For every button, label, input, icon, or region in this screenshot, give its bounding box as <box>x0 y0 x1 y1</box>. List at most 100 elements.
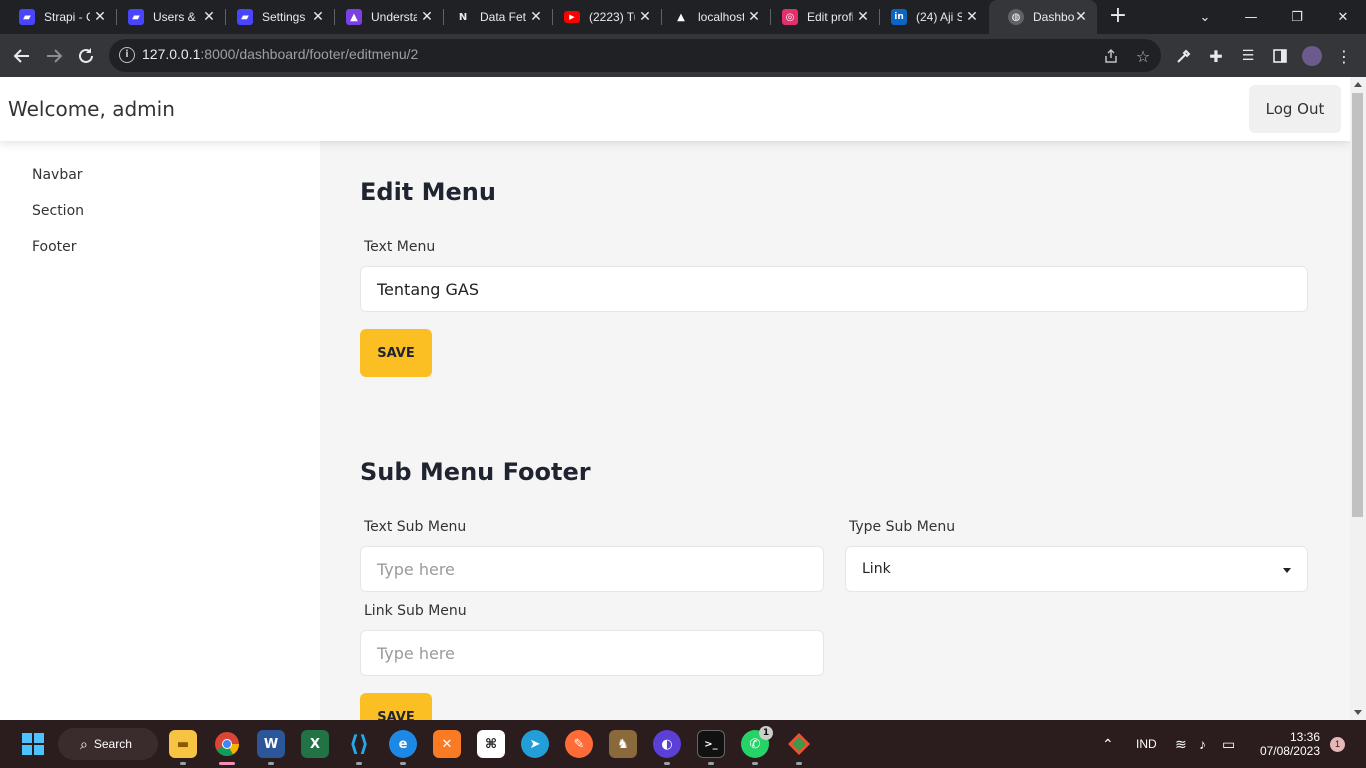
close-icon[interactable]: ✕ <box>1073 9 1089 25</box>
close-icon[interactable]: ✕ <box>746 9 762 25</box>
volume-icon[interactable]: ♪ <box>1199 720 1206 768</box>
kebab-menu-icon[interactable]: ⋮ <box>1332 44 1356 68</box>
sidebar-item-footer[interactable]: Footer <box>32 239 77 255</box>
scrollbar-thumb[interactable] <box>1352 93 1363 517</box>
running-indicator <box>356 762 362 765</box>
tab-title: localhost <box>698 10 744 24</box>
reload-icon[interactable] <box>72 42 100 70</box>
notification-center[interactable]: 1 <box>1330 720 1345 768</box>
whatsapp-icon[interactable]: ✆ 1 <box>741 726 773 758</box>
close-icon[interactable]: ✕ <box>310 9 326 25</box>
forward-icon[interactable] <box>40 42 68 70</box>
telegram-icon[interactable]: ➤ <box>521 730 549 758</box>
sidebar-item-section[interactable]: Section <box>32 203 84 219</box>
tray-overflow-icon[interactable]: ⌃ <box>1102 720 1114 768</box>
scroll-up-icon[interactable] <box>1354 82 1362 87</box>
restore-icon[interactable]: ❐ <box>1274 0 1320 34</box>
browser-tab[interactable]: ▰ Users & ✕ <box>109 0 226 34</box>
save-menu-button[interactable]: SAVE <box>360 329 432 377</box>
language-indicator[interactable]: IND <box>1136 720 1157 768</box>
wifi-icon[interactable]: ≋ <box>1175 720 1187 768</box>
browser-tab[interactable]: ▲ localhost ✕ <box>654 0 771 34</box>
caret-down-icon <box>1283 568 1291 573</box>
close-icon[interactable]: ✕ <box>201 9 217 25</box>
sidebar-item-navbar[interactable]: Navbar <box>32 167 83 183</box>
scroll-down-icon[interactable] <box>1354 710 1362 715</box>
game-app-icon[interactable]: ♞ <box>609 730 637 758</box>
minimize-icon[interactable]: — <box>1228 0 1274 34</box>
chrome-icon[interactable] <box>213 730 241 758</box>
close-icon[interactable]: ✕ <box>855 9 871 25</box>
media-queue-icon[interactable]: ☰ <box>1236 44 1260 68</box>
whatsapp-badge: 1 <box>759 726 773 740</box>
close-icon[interactable]: ✕ <box>637 9 653 25</box>
page-viewport: Welcome, admin Log Out Navbar Section Fo… <box>0 77 1350 720</box>
bookmark-star-icon[interactable]: ☆ <box>1133 46 1153 66</box>
type-sub-menu-select[interactable]: Link <box>845 546 1308 592</box>
tab-title: Settings <box>262 10 306 24</box>
browser-tab[interactable]: ▲ Understa ✕ <box>327 0 444 34</box>
logout-button[interactable]: Log Out <box>1249 85 1341 133</box>
page-scrollbar[interactable] <box>1350 77 1366 720</box>
app-header: Welcome, admin Log Out <box>0 77 1350 141</box>
browser-tab[interactable]: ▶ (2223) Tu ✕ <box>545 0 662 34</box>
browser-tab[interactable]: N Data Fet ✕ <box>436 0 553 34</box>
running-indicator <box>796 762 802 765</box>
window-close-icon[interactable]: ✕ <box>1320 0 1366 34</box>
back-icon[interactable] <box>8 42 36 70</box>
text-sub-menu-input[interactable]: Type here <box>360 546 824 592</box>
browser-tab[interactable]: ▰ Settings ✕ <box>218 0 335 34</box>
strapi-icon: ▰ <box>19 9 35 25</box>
sidebar: Navbar Section Footer <box>0 141 320 720</box>
eyedropper-extension-icon[interactable] <box>1172 44 1196 68</box>
edge-icon[interactable]: e <box>389 730 417 758</box>
close-icon[interactable]: ✕ <box>419 9 435 25</box>
browser-tab-active[interactable]: ◍ Dashboa ✕ <box>989 0 1097 34</box>
running-indicator <box>664 762 670 765</box>
close-icon[interactable]: ✕ <box>964 9 980 25</box>
excel-icon[interactable]: X <box>301 730 329 758</box>
xampp-icon[interactable]: ✕ <box>433 730 461 758</box>
clock-time: 13:36 <box>1289 730 1320 744</box>
address-bar[interactable]: i 127.0.0.1:8000/dashboard/footer/editme… <box>109 39 1161 72</box>
save-sub-menu-button[interactable]: SAVE <box>360 693 432 720</box>
strapi-icon: ▰ <box>128 9 144 25</box>
browser-tab[interactable]: in (24) Aji S ✕ <box>872 0 988 34</box>
new-tab-icon[interactable]: + <box>1106 5 1130 29</box>
instagram-icon: ◎ <box>782 9 798 25</box>
word-icon[interactable]: W <box>257 730 285 758</box>
url-text: 127.0.0.1:8000/dashboard/footer/editmenu… <box>142 46 418 62</box>
terminal-icon[interactable]: >_ <box>697 730 725 758</box>
close-icon[interactable]: ✕ <box>528 9 544 25</box>
site-info-icon[interactable]: i <box>119 47 135 63</box>
tab-title: Understa <box>371 10 417 24</box>
close-icon[interactable]: ✕ <box>92 9 108 25</box>
windows-start-icon[interactable] <box>19 730 47 758</box>
profile-avatar[interactable] <box>1300 44 1324 68</box>
browser-tab-strip: ▰ Strapi - C ✕ ▰ Users & ✕ ▰ Settings ✕ … <box>0 0 1366 34</box>
file-explorer-icon[interactable]: ▬ <box>169 730 197 758</box>
tab-title: Strapi - C <box>44 10 90 24</box>
vercel-icon: ▲ <box>673 9 689 25</box>
side-panel-icon[interactable] <box>1268 44 1292 68</box>
postman-icon[interactable]: ✎ <box>565 730 593 758</box>
text-menu-input[interactable]: Tentang GAS <box>360 266 1308 312</box>
clock-date: 07/08/2023 <box>1259 744 1320 758</box>
git-icon[interactable] <box>785 730 813 758</box>
search-icon: ⌕ <box>80 735 88 752</box>
link-sub-menu-input[interactable]: Type here <box>360 630 824 676</box>
browser-tab[interactable]: ▰ Strapi - C ✕ <box>0 0 117 34</box>
share-icon[interactable] <box>1101 46 1121 66</box>
type-sub-menu-value: Link <box>862 561 891 577</box>
active-indicator <box>219 762 235 765</box>
browser-tab[interactable]: ◎ Edit profi ✕ <box>763 0 880 34</box>
clock[interactable]: 13:36 07/08/2023 <box>1256 720 1320 768</box>
tor-browser-icon[interactable]: ◐ <box>653 730 681 758</box>
battery-icon[interactable]: ▭ <box>1222 720 1235 768</box>
tab-search-icon[interactable]: ⌄ <box>1182 0 1228 34</box>
youtube-icon: ▶ <box>564 11 580 23</box>
taskbar-search[interactable]: ⌕ Search <box>58 728 158 760</box>
extensions-puzzle-icon[interactable]: ✚ <box>1204 44 1228 68</box>
capcut-icon[interactable]: ⌘ <box>477 730 505 758</box>
vscode-icon[interactable]: ⟨⟩ <box>345 730 373 758</box>
